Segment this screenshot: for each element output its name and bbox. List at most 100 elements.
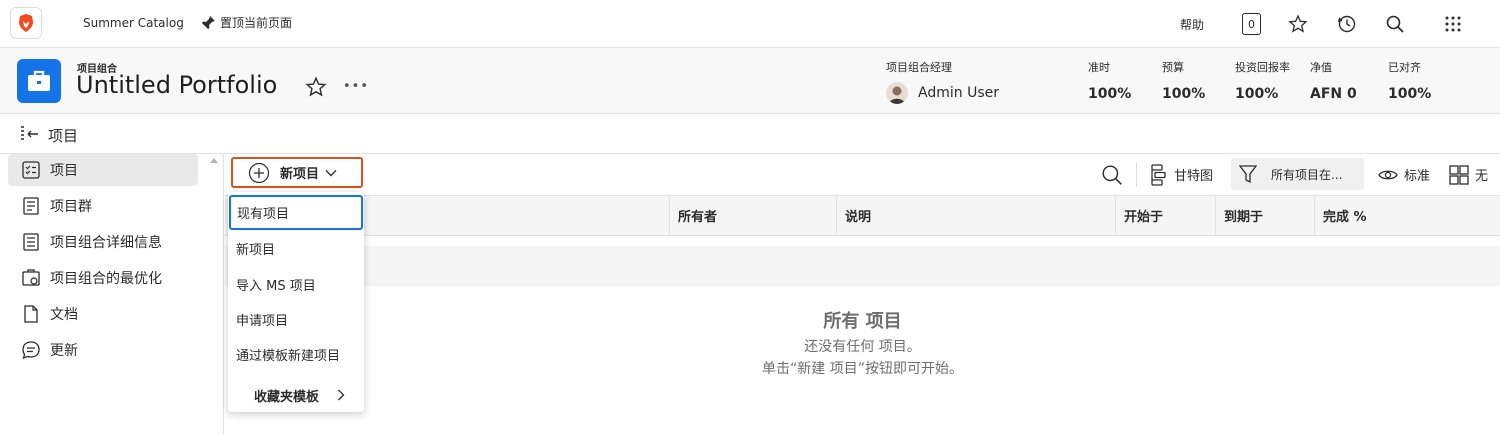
view-selector-button[interactable]: 标准 (1378, 154, 1430, 195)
collapse-panel-icon (21, 126, 38, 140)
column-header-owner[interactable]: 所有者 (669, 196, 835, 235)
sidebar: 项目 项目群 项目组合详细信息 项目组合的最优化 文档 更新 (0, 154, 224, 435)
metric-label-ontime: 准时 (1088, 61, 1110, 74)
metric-value-ontime: 100% (1088, 86, 1132, 102)
chevron-down-icon (325, 169, 337, 176)
menu-item-label: 现有项目 (237, 207, 290, 222)
sidebar-item-programs[interactable]: 项目群 (8, 190, 198, 222)
history-icon (1337, 15, 1356, 33)
metric-value-net-value: AFN 0 (1310, 86, 1357, 102)
section-nav-row: 项目 (0, 114, 1500, 154)
search-icon (1386, 15, 1404, 33)
top-bar: Summer Catalog 置顶当前页面 帮助 0 (0, 0, 1500, 48)
empty-state-title: 所有 项目 (823, 311, 902, 332)
portfolio-header: 项目组合 Untitled Portfolio ••• 项目组合经理 Admin… (0, 48, 1500, 114)
app-logo[interactable] (10, 7, 42, 39)
section-title: 项目 (48, 127, 79, 145)
lion-logo-icon (19, 14, 33, 32)
search-icon (1102, 164, 1122, 185)
favorite-portfolio-button[interactable] (305, 76, 327, 98)
catalog-link[interactable]: Summer Catalog (83, 16, 184, 30)
pin-page-button[interactable]: 置顶当前页面 (200, 14, 292, 31)
user-avatar-icon (889, 86, 905, 104)
metric-value-roi: 100% (1235, 86, 1279, 102)
metric-label-aligned: 已对齐 (1388, 61, 1421, 74)
sidebar-item-label: 项目 (50, 163, 78, 179)
toolbar-search-button[interactable] (1101, 154, 1123, 195)
table-header: 所有者 说明 开始于 到期于 完成 % (225, 195, 1500, 236)
menu-item-request-project[interactable]: 申请项目 (236, 309, 288, 329)
optimizer-icon (20, 267, 42, 289)
menu-item-favorite-templates[interactable]: 收藏夹模板 (228, 384, 364, 406)
sidebar-item-label: 项目组合详细信息 (50, 235, 162, 251)
metric-value-budget: 100% (1162, 86, 1206, 102)
grouping-grid-icon (1449, 164, 1469, 185)
metric-value-aligned: 100% (1388, 86, 1432, 102)
menu-item-import-ms-project[interactable]: 导入 MS 项目 (236, 274, 316, 294)
briefcase-icon (28, 70, 50, 91)
help-link[interactable]: 帮助 (1180, 16, 1204, 33)
column-header-percent-complete[interactable]: 完成 % (1314, 196, 1500, 235)
table-group-row (225, 246, 1500, 286)
toolbar-divider (1136, 162, 1137, 187)
recent-button[interactable] (1335, 12, 1359, 36)
sidebar-item-projects[interactable]: 项目 (8, 154, 198, 186)
eye-icon (1378, 170, 1398, 179)
empty-state-hint: 单击“新建 项目”按钮即可开始。 (762, 361, 963, 377)
favorite-templates-label: 收藏夹模板 (254, 389, 320, 405)
sidebar-item-portfolio-details[interactable]: 项目组合详细信息 (8, 226, 198, 258)
sidebar-item-portfolio-optimizer[interactable]: 项目组合的最优化 (8, 262, 198, 294)
gantt-chart-icon (1151, 163, 1166, 186)
empty-state: 所有 项目 还没有任何 项目。 单击“新建 项目”按钮即可开始。 (225, 308, 1500, 380)
sidebar-item-label: 文档 (50, 307, 78, 323)
manager-label: 项目组合经理 (886, 61, 952, 74)
gantt-view-label: 甘特图 (1174, 169, 1214, 184)
page-title: Untitled Portfolio (76, 71, 278, 99)
new-project-dropdown: 现有项目 新项目 导入 MS 项目 申请项目 通过模板新建项目 收藏夹模板 (228, 192, 364, 412)
pin-page-label: 置顶当前页面 (220, 16, 293, 30)
add-circle-icon (248, 162, 270, 183)
notifications-button[interactable]: 0 (1242, 13, 1261, 35)
filter-button[interactable]: 所有项目在... (1231, 158, 1364, 190)
app-menu-button[interactable] (1441, 12, 1465, 36)
collapse-sidebar-button[interactable] (20, 126, 40, 142)
grouping-selector-label: 无 (1475, 169, 1489, 184)
portfolio-icon (17, 59, 61, 103)
pin-icon (201, 15, 215, 30)
sidebar-item-documents[interactable]: 文档 (8, 298, 198, 330)
filter-icon (1239, 165, 1257, 184)
manager-avatar[interactable] (886, 82, 908, 104)
gantt-view-button[interactable]: 甘特图 (1150, 154, 1213, 195)
search-button[interactable] (1383, 12, 1407, 36)
column-header-description[interactable]: 说明 (836, 196, 1115, 235)
sidebar-item-label: 项目组合的最优化 (50, 271, 162, 287)
document-icon (20, 303, 42, 325)
favorites-button[interactable] (1286, 12, 1310, 36)
view-selector-label: 标准 (1404, 169, 1431, 184)
sidebar-item-updates[interactable]: 更新 (8, 334, 198, 366)
metric-label-net-value: 净值 (1310, 61, 1332, 74)
notification-count: 0 (1248, 17, 1255, 31)
chevron-right-icon (338, 389, 345, 401)
manager-name[interactable]: Admin User (918, 85, 999, 101)
sidebar-item-label: 项目群 (50, 199, 92, 215)
column-header-due-date[interactable]: 到期于 (1215, 196, 1314, 235)
column-header-start-date[interactable]: 开始于 (1115, 196, 1215, 235)
star-icon (305, 76, 327, 97)
filter-label: 所有项目在... (1271, 167, 1343, 182)
menu-item-new-from-template[interactable]: 通过模板新建项目 (236, 344, 340, 364)
star-icon (1288, 14, 1308, 33)
project-toolbar: 甘特图 所有项目在... 标准 无 (225, 154, 1500, 195)
sidebar-scroll-up-icon[interactable] (210, 158, 218, 163)
menu-item-new-project[interactable]: 新项目 (236, 238, 275, 258)
program-icon (20, 195, 42, 217)
sidebar-item-label: 更新 (50, 343, 78, 359)
new-project-button[interactable]: 新项目 (231, 157, 363, 188)
grid-menu-icon (1445, 16, 1461, 32)
new-project-label: 新项目 (280, 167, 320, 182)
grouping-selector-button[interactable]: 无 (1449, 154, 1488, 195)
details-icon (20, 231, 42, 253)
chat-bubble-icon (20, 339, 42, 361)
menu-item-existing-project[interactable]: 现有项目 (229, 195, 363, 230)
more-options-button[interactable]: ••• (343, 79, 369, 94)
